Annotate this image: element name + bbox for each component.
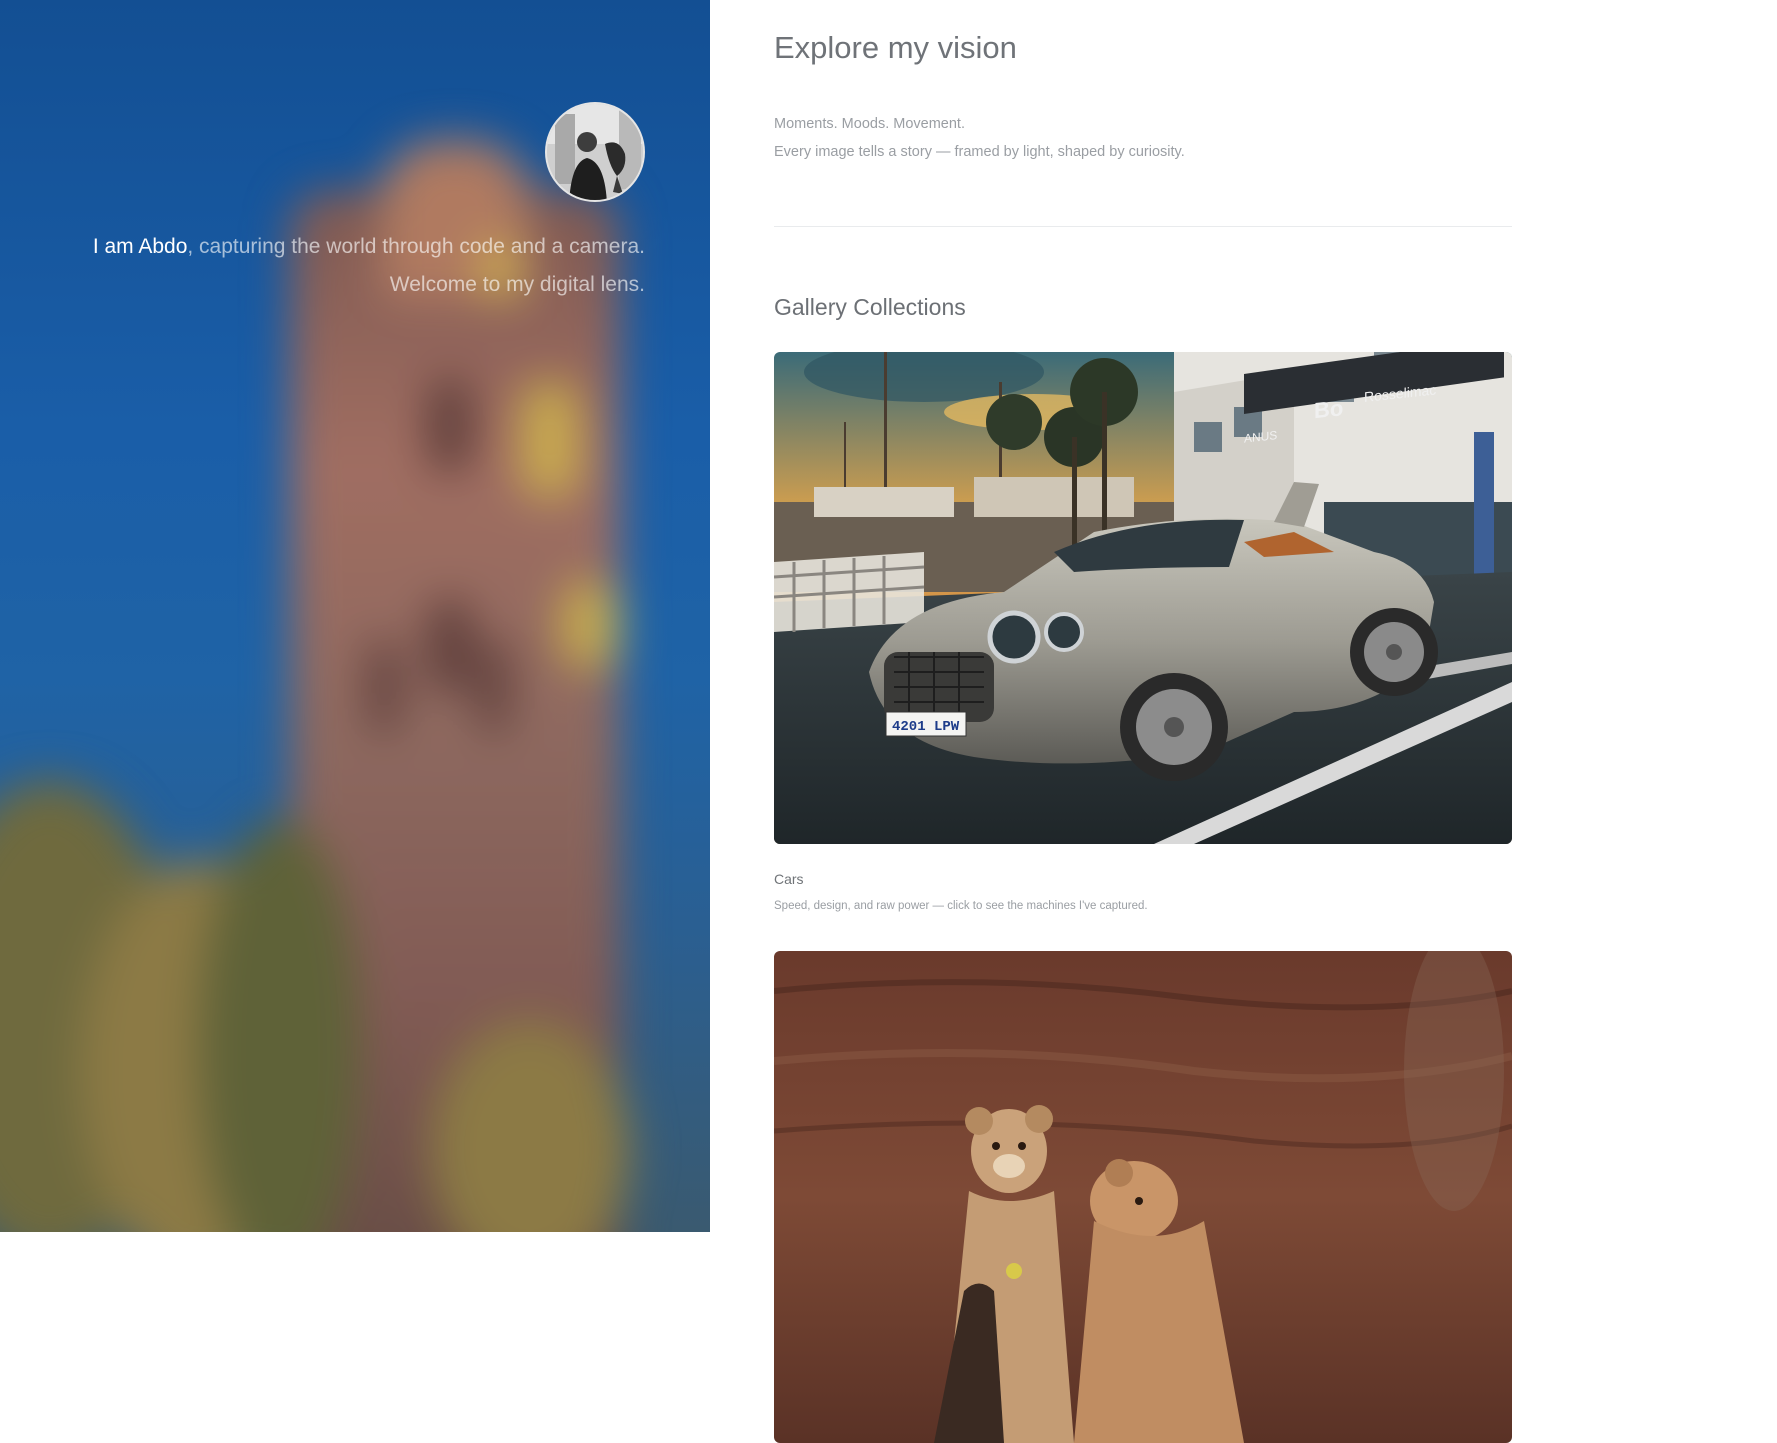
svg-text:Bo: Bo — [1314, 395, 1343, 423]
license-plate-text: 4201 LPW — [892, 719, 960, 735]
gallery-card-description: Speed, design, and raw power — click to … — [774, 900, 1148, 912]
divider — [774, 226, 1512, 227]
gallery-card-title[interactable]: Cars — [774, 871, 804, 887]
intro-text: I am Abdo, capturing the world through c… — [5, 228, 645, 304]
hero-background: I am Abdo, capturing the world through c… — [0, 0, 710, 1232]
intro-name: I am Abdo — [92, 235, 188, 258]
avatar — [545, 102, 645, 202]
avatar-photo — [547, 104, 643, 200]
cars-photo[interactable]: Bo Rosselimac ANUS 4201 LPW — [774, 352, 1512, 844]
intro-welcome: Welcome to my digital lens. — [389, 273, 645, 296]
cars-image: Bo Rosselimac ANUS 4201 LPW — [774, 352, 1512, 844]
section-title: Gallery Collections — [774, 294, 966, 320]
animals-photo[interactable] — [774, 951, 1512, 1443]
lion-cubs-image — [774, 951, 1512, 1443]
gallery-card-cars[interactable]: Bo Rosselimac ANUS 4201 LPW Cars Speed, … — [774, 352, 1512, 912]
intro-description: , capturing the world through code and a… — [187, 235, 645, 258]
gallery-card-animals[interactable] — [774, 951, 1512, 1443]
profile-block: I am Abdo, capturing the world through c… — [0, 0, 710, 300]
tagline-line-2: Every image tells a story — framed by li… — [774, 144, 1185, 160]
tagline: Moments. Moods. Movement. Every image te… — [774, 110, 1185, 166]
page-title: Explore my vision — [774, 30, 1017, 65]
tagline-line-1: Moments. Moods. Movement. — [774, 116, 965, 132]
